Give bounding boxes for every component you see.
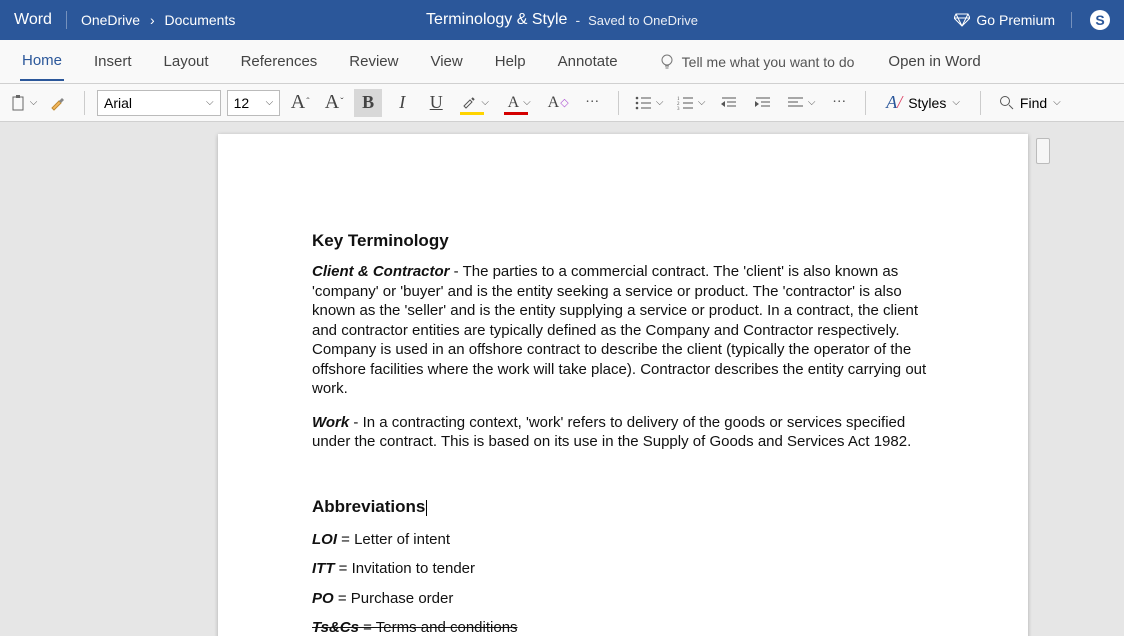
paragraph-client-contractor: Client & Contractor - The parties to a c… [312,262,934,399]
highlight-color-button[interactable]: ⌵ [456,89,494,117]
ribbon-toolbar: ⌵ Arial ⌵ 12 ⌵ Aˆ Aˇ B I U ⌵ A ⌵ A◇ ··· … [0,84,1124,122]
abbr-line-po: PO = Purchase order [312,589,934,609]
numbering-button[interactable]: 123 ⌵ [673,89,709,117]
tell-me-search[interactable]: Tell me what you want to do [660,53,855,71]
font-name-value: Arial [104,95,200,111]
find-label: Find [1020,95,1047,111]
heading-abbreviations-text: Abbreviations [312,497,425,516]
underline-button[interactable]: U [422,89,450,117]
bullets-button[interactable]: ⌵ [631,89,667,117]
abbr-loi: LOI [312,531,337,548]
tab-annotate[interactable]: Annotate [556,43,620,80]
format-painter-button[interactable] [44,89,72,117]
lightbulb-icon [660,53,674,71]
chevron-down-icon: ⌵ [952,97,960,108]
tab-insert[interactable]: Insert [92,43,134,80]
styles-icon: A/ [886,92,902,113]
text: = Terms and conditions [359,619,518,636]
more-paragraph-options-button[interactable]: ··· [825,89,853,117]
abbr-line-tscs: Ts&Cs = Terms and conditions [312,618,934,636]
ruler-collapse-button[interactable] [1036,138,1050,164]
abbr-tscs: Ts&Cs [312,619,359,636]
ribbon-tabs: Home Insert Layout References Review Vie… [0,40,1124,84]
document-title[interactable]: Terminology & Style [426,11,567,29]
breadcrumb[interactable]: OneDrive › Documents [81,12,235,28]
open-in-word-button[interactable]: Open in Word [886,43,982,80]
increase-indent-button[interactable] [749,89,777,117]
chevron-down-icon: ⌵ [656,97,664,108]
abbr-line-loi: LOI = Letter of intent [312,530,934,550]
tab-home[interactable]: Home [20,42,64,81]
text-cursor [426,500,427,516]
diamond-icon [954,13,970,27]
tab-layout[interactable]: Layout [162,43,211,80]
separator [980,91,981,115]
chevron-down-icon: ⌵ [1053,97,1061,108]
styles-label: Styles [908,95,946,111]
breadcrumb-leaf: Documents [165,12,236,28]
term-client-contractor: Client & Contractor [312,263,450,280]
text: = Purchase order [334,590,454,607]
separator [84,91,85,115]
grow-font-button[interactable]: Aˆ [286,89,314,117]
title-center: Terminology & Style - Saved to OneDrive [426,11,698,29]
app-name: Word [14,11,67,29]
font-name-select[interactable]: Arial ⌵ [97,90,221,116]
shrink-font-button[interactable]: Aˇ [320,89,348,117]
term-work: Work [312,414,349,431]
paragraph-work: Work - In a contracting context, 'work' … [312,413,934,452]
find-button[interactable]: Find ⌵ [993,95,1067,111]
chevron-down-icon: ⌵ [698,97,706,108]
chevron-down-icon: ⌵ [266,97,274,108]
separator [865,91,866,115]
text: - The parties to a commercial contract. … [312,263,926,397]
svg-text:3: 3 [677,107,680,110]
separator [618,91,619,115]
more-font-options-button[interactable]: ··· [578,89,606,117]
chevron-down-icon: ⌵ [30,97,38,108]
heading-abbreviations: Abbreviations [312,496,934,518]
go-premium-button[interactable]: Go Premium [954,12,1072,28]
text: = Letter of intent [337,531,450,548]
tab-references[interactable]: References [239,43,320,80]
font-color-button[interactable]: A ⌵ [500,89,538,117]
abbr-line-itt: ITT = Invitation to tender [312,559,934,579]
tab-help[interactable]: Help [493,43,528,80]
clear-formatting-button[interactable]: A◇ [544,89,572,117]
font-size-select[interactable]: 12 ⌵ [227,90,281,116]
page[interactable]: Key Terminology Client & Contractor - Th… [218,134,1028,636]
font-size-value: 12 [234,95,260,111]
italic-button[interactable]: I [388,89,416,117]
saved-status: Saved to OneDrive [588,13,698,28]
chevron-down-icon: ⌵ [808,97,816,108]
decrease-indent-button[interactable] [715,89,743,117]
chevron-down-icon: ⌵ [481,97,489,108]
bold-button[interactable]: B [354,89,382,117]
skype-icon[interactable]: S [1090,10,1110,30]
tell-me-placeholder: Tell me what you want to do [682,54,855,70]
go-premium-label: Go Premium [976,12,1055,28]
heading-key-terminology: Key Terminology [312,230,934,252]
styles-button[interactable]: A/ Styles ⌵ [878,92,968,113]
text: - In a contracting context, 'work' refer… [312,414,911,451]
chevron-down-icon: ⌵ [523,97,531,108]
title-dash: - [575,12,580,28]
abbr-po: PO [312,590,334,607]
title-bar: Word OneDrive › Documents Terminology & … [0,0,1124,40]
breadcrumb-sep: › [150,12,155,28]
document-canvas[interactable]: Key Terminology Client & Contractor - Th… [0,122,1124,636]
document-body[interactable]: Key Terminology Client & Contractor - Th… [312,230,934,636]
search-icon [999,95,1014,110]
text: = Invitation to tender [335,560,476,577]
chevron-down-icon: ⌵ [206,97,214,108]
tab-view[interactable]: View [428,43,464,80]
tab-review[interactable]: Review [347,43,400,80]
breadcrumb-root: OneDrive [81,12,140,28]
align-button[interactable]: ⌵ [783,89,819,117]
abbr-itt: ITT [312,560,335,577]
paste-button[interactable]: ⌵ [10,89,38,117]
